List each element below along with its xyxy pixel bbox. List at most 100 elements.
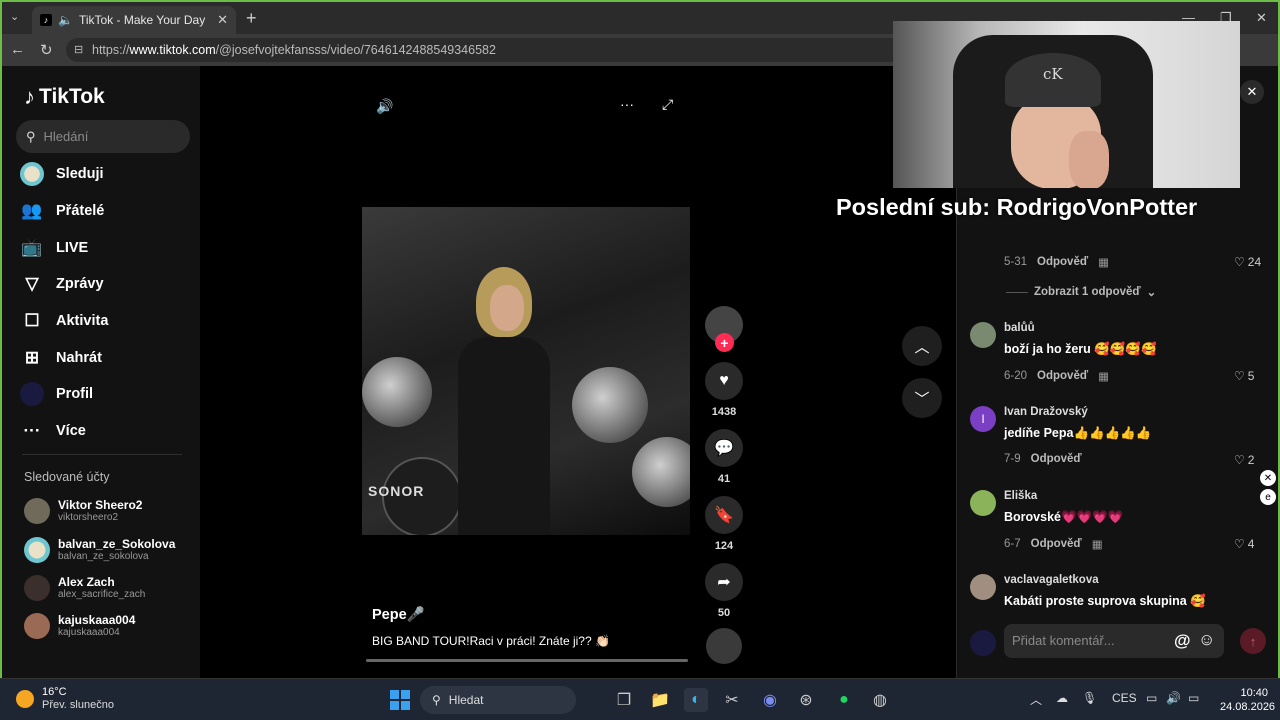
tray-chevron-up-icon[interactable]: ︿ [1030,691,1042,708]
divider [22,454,182,455]
heart-icon[interactable]: ♥ [705,362,743,400]
microphone-icon[interactable]: 🎙 [1082,691,1097,705]
close-tab-icon[interactable]: ✕ [217,12,228,28]
language-indicator[interactable]: CES [1112,691,1137,705]
edge-browser-icon[interactable]: ◐ [684,688,708,712]
video-author-caption[interactable]: Pepe🎤 [372,606,425,623]
reload-icon[interactable]: ↻ [40,41,53,59]
menu-item-activity[interactable]: ☐ Aktivita [20,303,190,340]
back-arrow-icon[interactable]: ← [10,41,25,58]
taskbar-search[interactable]: ⚲ Hledat [420,686,576,714]
tiktok-favicon-icon: ♪ [40,14,52,26]
edge-sidebar-icon[interactable]: e [1260,489,1276,505]
temperature: 16°C [42,686,67,698]
new-tab-icon[interactable]: + [246,8,257,29]
comment-like-count: 24 [1247,255,1262,269]
comment-user[interactable]: Eliška [1004,490,1037,502]
close-icon[interactable]: ✕ [1240,80,1264,104]
bookmark-icon[interactable]: 🔖 [705,496,743,534]
site-info-icon[interactable]: ⊟ [74,43,83,56]
mention-icon[interactable]: @ [1174,631,1191,651]
battery-icon[interactable]: ▭ [1188,691,1199,705]
avatar[interactable] [970,490,996,516]
menu-item-live[interactable]: 📺 LIVE [20,229,190,266]
emoji-icon[interactable]: ☺ [1198,630,1215,650]
show-replies-button[interactable]: Zobrazit 1 odpověď ⌄ [1006,285,1156,299]
task-view-icon[interactable]: ❐ [612,688,636,712]
fullscreen-icon[interactable]: ⤢ [662,96,673,113]
obs-icon[interactable]: ◍ [868,688,892,712]
video-progress-bar[interactable] [366,659,688,662]
next-video-down-icon[interactable]: ﹀ [902,378,942,418]
comment-like[interactable]: ♡ 24 [1234,255,1261,269]
search-input[interactable]: ⚲ Hledání [16,120,190,153]
reply-button[interactable]: Odpověď [1037,256,1088,268]
save-action[interactable]: 🔖 124 [702,496,746,563]
avatar[interactable] [970,574,996,600]
clock[interactable]: 10:40 24.08.2026 [1220,686,1275,714]
comment-date: 6-20 [1004,370,1028,382]
file-explorer-icon[interactable]: 📁 [648,688,672,712]
save-count: 124 [714,540,734,552]
video-player[interactable]: SONOR [362,207,690,535]
snipping-tool-icon[interactable]: ✂ [720,688,744,712]
previous-video-up-icon[interactable]: ︿ [902,326,942,366]
steam-icon[interactable]: ⊛ [794,688,818,712]
share-arrow-icon[interactable]: ➦ [705,563,743,601]
comment-icon[interactable]: 💬 [705,429,743,467]
reply-button[interactable]: Odpověď [1031,538,1082,550]
more-options-icon[interactable]: ··· [620,96,634,112]
send-icon[interactable]: ↑ [1240,628,1266,654]
menu-item-friends[interactable]: 👥 Přátelé [20,193,190,230]
menu-label: Profil [56,386,94,403]
music-disc-icon[interactable] [706,628,742,664]
menu-item-upload[interactable]: ⊞ Nahrát [20,339,190,376]
share-action[interactable]: ➦ 50 [702,563,746,630]
avatar[interactable]: I [970,406,996,432]
close-window-icon[interactable]: ✕ [1256,10,1267,26]
comment-user[interactable]: vaclavagaletkova [1004,574,1099,586]
followed-account[interactable]: Alex Zach alex_sacrifice_zach [24,569,194,607]
onedrive-icon[interactable]: ☁ [1056,691,1068,705]
like-action[interactable]: ♥ 1438 [702,362,746,429]
tab-menu-chevron-icon[interactable]: ⌄ [10,10,19,23]
singer-body [458,337,550,535]
comment-input[interactable]: Přidat komentář... [1004,624,1224,658]
avatar [24,498,50,525]
followed-account[interactable]: Viktor Sheero2 viktorsheero2 [24,492,194,530]
speaker-icon[interactable]: 🔈 [58,13,73,27]
comment-like[interactable]: ♡ 4 [1234,537,1254,551]
tiktok-logo[interactable]: ♪ TikTok [24,84,105,110]
browser-tab[interactable]: ♪ 🔈 TikTok - Make Your Day ✕ [32,6,236,34]
weather-widget[interactable]: 16°C Přev. slunečno [16,686,114,712]
followed-account[interactable]: kajuskaaa004 kajuskaaa004 [24,607,194,645]
avatar[interactable] [970,322,996,348]
discord-icon[interactable]: ◉ [758,688,782,712]
comment-like[interactable]: ♡ 5 [1234,369,1254,383]
main-menu: Sleduji 👥 Přátelé 📺 LIVE ▽ Zprávy ☐ Akti… [20,156,190,450]
reply-button[interactable]: Odpověď [1037,370,1088,382]
close-circle-icon[interactable]: ✕ [1260,470,1276,486]
creator-avatar[interactable]: + [705,306,743,352]
menu-item-more[interactable]: ··· Více [20,413,190,450]
comment-like[interactable]: ♡ 2 [1234,453,1254,467]
more-icon: ··· [23,421,41,441]
comment-date: 6-7 [1004,538,1021,550]
comment-action[interactable]: 💬 41 [702,429,746,496]
follow-plus-icon[interactable]: + [715,333,734,352]
menu-item-following[interactable]: Sleduji [20,156,190,193]
followed-accounts-title: Sledované účty [24,470,110,484]
menu-item-messages[interactable]: ▽ Zprávy [20,266,190,303]
menu-item-profile[interactable]: Profil [20,376,190,413]
spotify-icon[interactable]: ● [832,688,856,712]
comment-user[interactable]: balůů [1004,322,1035,334]
windows-start-icon[interactable] [388,688,412,712]
volume-icon[interactable]: 🔊 [376,98,393,115]
reply-button[interactable]: Odpověď [1031,453,1082,465]
messages-icon: ▽ [25,274,39,294]
volume-icon[interactable]: 🔊 [1166,691,1181,705]
comment-user[interactable]: Ivan Dražovský [1004,406,1088,418]
comment-composer: Přidat komentář... @ ☺ ↑ [970,624,1270,660]
followed-account[interactable]: balvan_ze_Sokolova balvan_ze_sokolova [24,530,194,568]
network-icon[interactable]: ▭ [1146,691,1157,705]
